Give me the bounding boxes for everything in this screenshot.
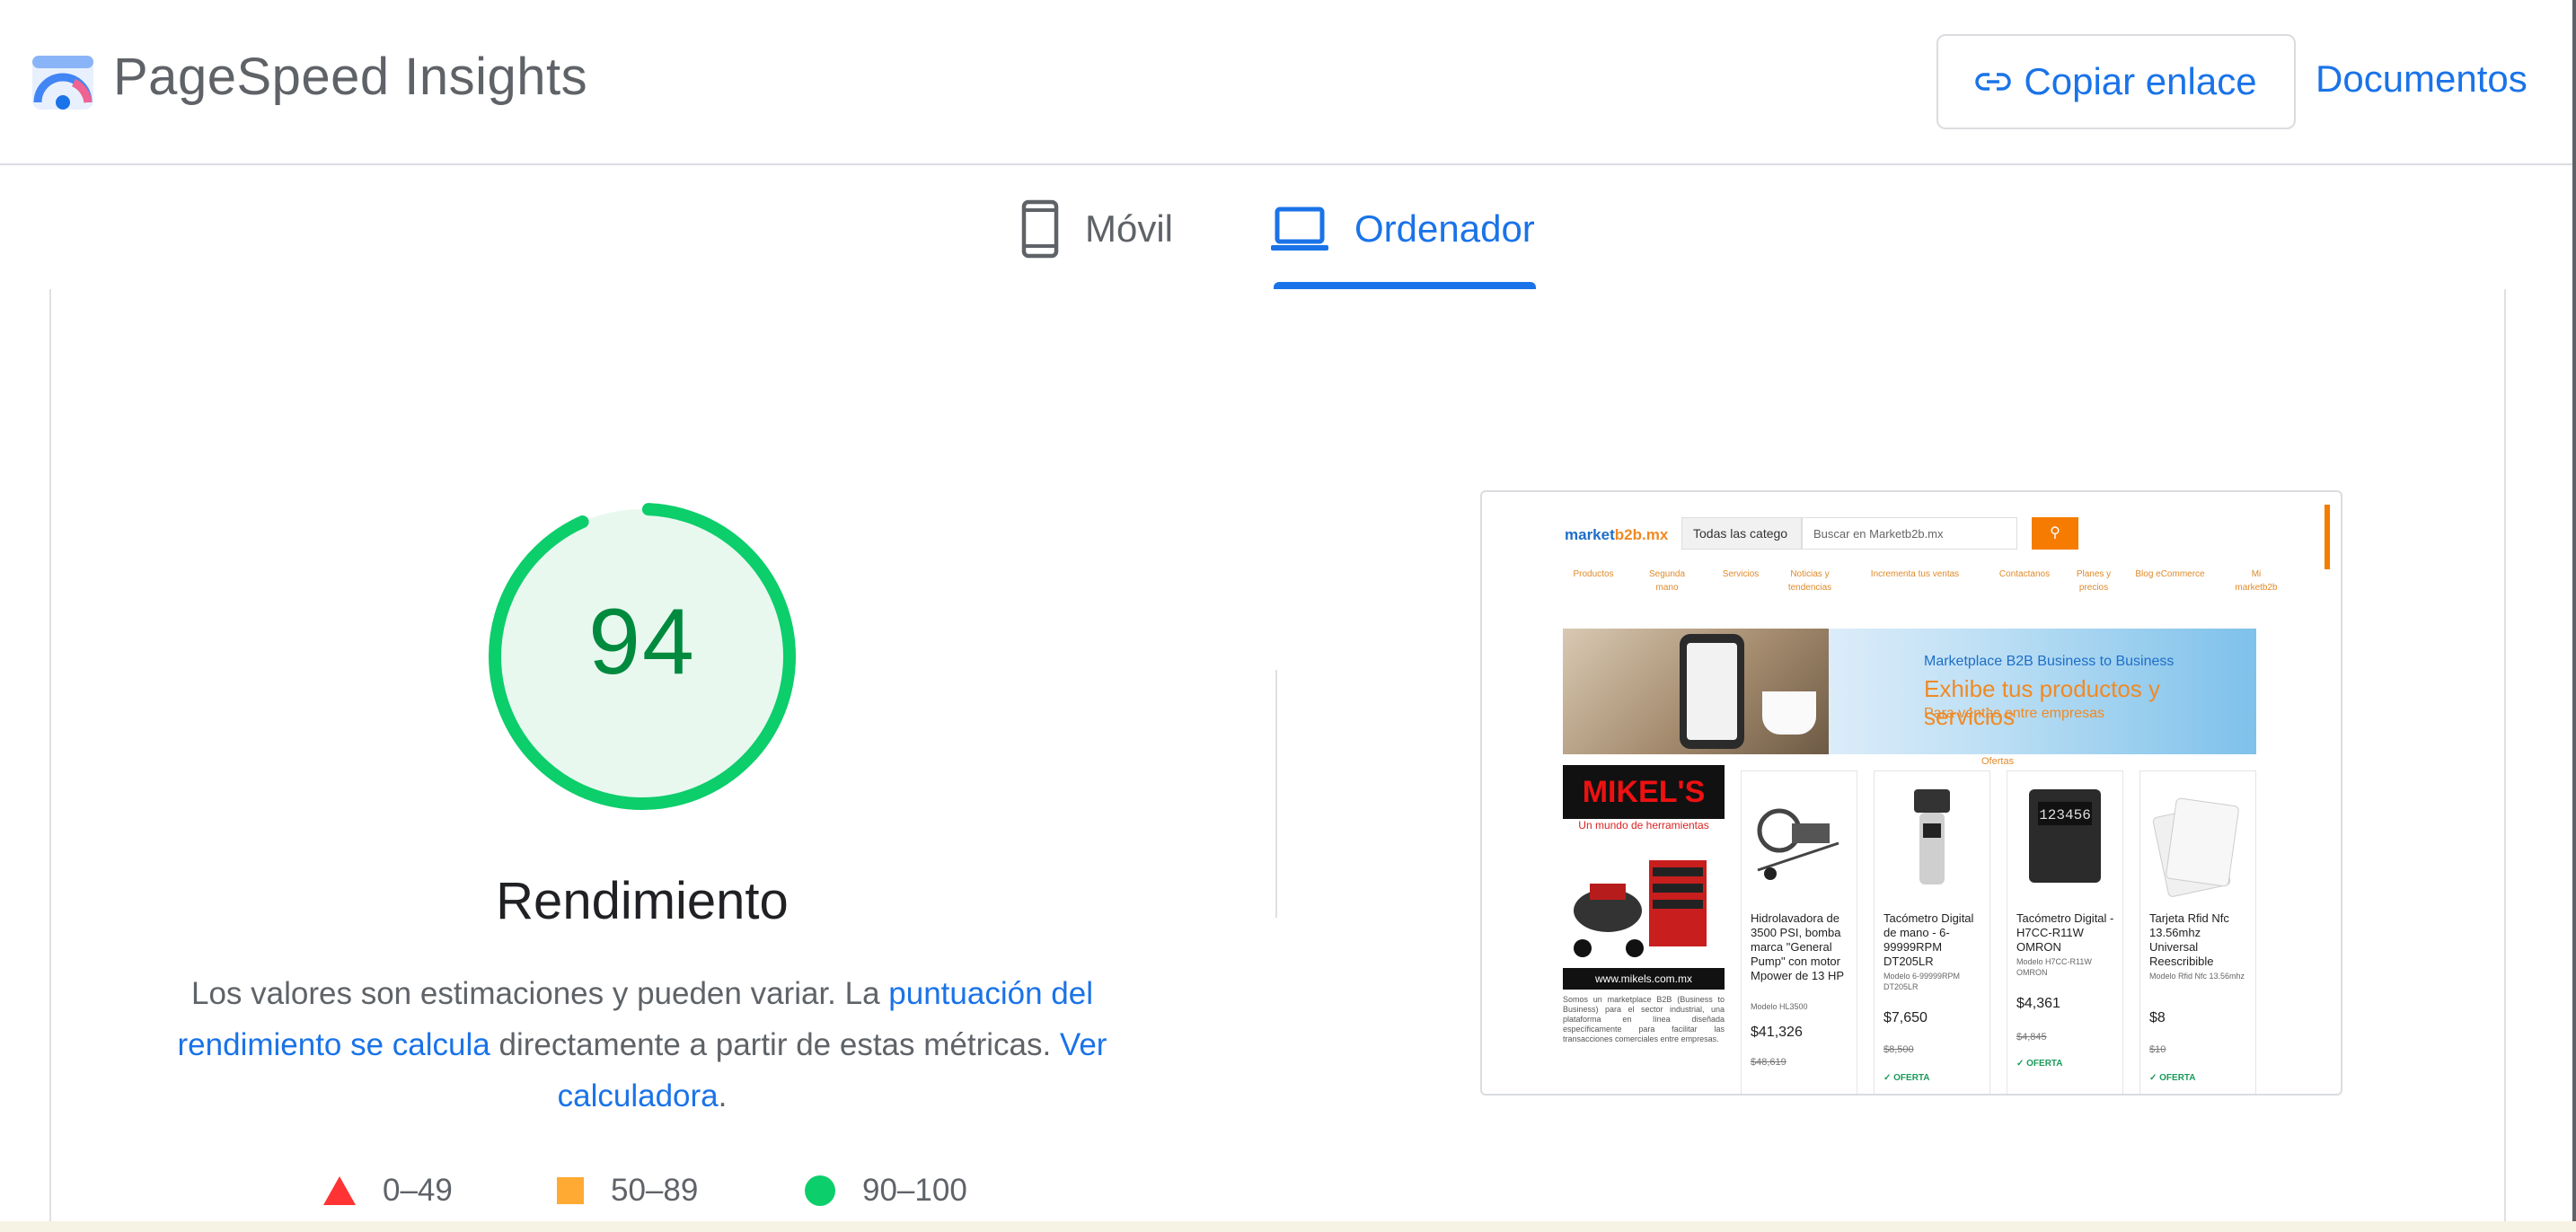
site-banner: Marketplace B2B Business to Business Exh… (1563, 629, 2256, 754)
site-nav-item: Segunda mano (1648, 569, 1686, 593)
site-nav-item: Blog eCommerce (2135, 569, 2205, 579)
smartphone-icon (1021, 199, 1059, 259)
product-card: Tacómetro Digital de mano - 6-99999RPM D… (1874, 770, 1990, 1094)
site-search-icon: ⚲ (2032, 517, 2078, 550)
site-nav-item: Mi marketb2b (2235, 569, 2278, 593)
product-price: $7,650 (1883, 1010, 1928, 1025)
desc-text-2: directamente a partir de estas métricas. (490, 1027, 1060, 1062)
laptop-icon (1271, 207, 1328, 251)
site-scrollbar (2325, 505, 2330, 569)
product-old-price: $4,845 (2016, 1032, 2047, 1043)
tab-desktop[interactable]: Ordenador (1270, 196, 1535, 262)
site-nav-item: Servicios (1722, 569, 1760, 579)
banner-line-1: Marketplace B2B Business to Business (1924, 654, 2175, 669)
product-old-price: $8,500 (1883, 1044, 1914, 1055)
active-tab-indicator (1274, 282, 1536, 289)
product-name: Tacómetro Digital de mano - 6-99999RPM D… (1883, 911, 1974, 968)
site-search-input: Buscar en Marketb2b.mx (1802, 517, 2017, 550)
legend-fail: 0–49 (323, 1173, 453, 1209)
site-logo-main: market (1565, 526, 1615, 543)
desc-text-1: Los valores son estimaciones y pueden va… (191, 976, 889, 1011)
pass-circle-icon (805, 1175, 835, 1206)
banner-line-3: Para ventas entre empresas (1924, 706, 2104, 721)
product-card: Tarjeta Rfid Nfc 13.56mhz Universal Rees… (2139, 770, 2256, 1094)
offers-heading: Ofertas (1981, 756, 2015, 767)
average-square-icon (557, 1177, 584, 1204)
mikels-url: www.mikels.com.mx (1563, 968, 1725, 990)
metric-title: Rendimiento (496, 872, 789, 930)
mikels-tagline: Un mundo de herramientas (1578, 819, 1709, 832)
fail-triangle-icon (323, 1176, 356, 1205)
legend-average: 50–89 (557, 1173, 698, 1209)
product-model: Modelo 6-99999RPM DT205LR (1883, 972, 1961, 991)
performance-score: 94 (588, 590, 696, 694)
desc-text-3: . (718, 1078, 728, 1113)
product-name: Tacómetro Digital - H7CC-R11W OMRON (2016, 911, 2114, 954)
product-model: Modelo H7CC-R11W OMRON (2016, 957, 2092, 977)
offer-tag: ✓ OFERTA (1883, 1073, 1930, 1083)
product-model: Modelo HL3500 (1751, 1002, 1808, 1011)
product-model: Modelo Rfid Nfc 13.56mhz (2149, 972, 2245, 981)
product-old-price: $48,619 (1751, 1057, 1786, 1068)
banner-line-2: Exhibe tus productos y servicios (1924, 675, 2161, 730)
card-border-left (49, 289, 51, 1232)
digital-counter-image: 123456 (2029, 789, 2101, 883)
phone-screen (1687, 643, 1737, 740)
product-price: $4,361 (2016, 996, 2060, 1011)
site-category-select: Todas las catego (1681, 517, 1802, 550)
site-nav: Productos Segunda mano Servicios Noticia… (1566, 568, 2303, 621)
site-nav-item: Planes y precios (2076, 569, 2112, 593)
app-title: PageSpeed Insights (113, 48, 588, 106)
pagespeed-logo-icon (32, 56, 93, 110)
site-nav-item: Contactanos (1998, 569, 2051, 579)
window-edge (2572, 0, 2576, 1232)
tachometer-image (1914, 789, 1950, 884)
tab-mobile-label: Móvil (1085, 207, 1174, 250)
section-divider (1275, 670, 1277, 918)
legend-average-range: 50–89 (611, 1173, 699, 1208)
copy-link-button[interactable]: Copiar enlace (1936, 34, 2296, 129)
mikels-brand: MIKEL'S (1563, 765, 1725, 819)
link-icon (1975, 73, 2012, 91)
final-screenshot: marketb2b.mx Todas las catego Buscar en … (1480, 490, 2342, 1096)
legend-pass-range: 90–100 (862, 1173, 967, 1208)
svg-text:123456: 123456 (2039, 807, 2091, 823)
legend-fail-range: 0–49 (383, 1173, 453, 1208)
product-card: Hidrolavadora de 3500 PSI, bomba marca "… (1741, 770, 1857, 1094)
product-old-price: $10 (2149, 1044, 2166, 1055)
product-price: $8 (2149, 1010, 2166, 1025)
tools-image (1574, 860, 1707, 957)
bottom-strip (0, 1221, 2576, 1232)
mikels-description: Somos un marketplace B2B (Business to Bu… (1563, 995, 1725, 1043)
product-name: Hidrolavadora de 3500 PSI, bomba marca "… (1751, 911, 1845, 982)
cup-image (1762, 691, 1816, 735)
legend-pass: 90–100 (805, 1173, 967, 1209)
product-card: 123456 Tacómetro Digital - H7CC-R11W OMR… (2007, 770, 2123, 1094)
tab-mobile[interactable]: Móvil (1020, 196, 1173, 262)
pressure-washer-image (1757, 808, 1839, 880)
card-border-right (2504, 289, 2506, 1232)
offer-tag: ✓ OFERTA (2016, 1059, 2063, 1069)
product-price: $41,326 (1751, 1025, 1803, 1040)
metric-description: Los valores son estimaciones y pueden va… (171, 968, 1114, 1122)
copy-link-label: Copiar enlace (2024, 60, 2257, 102)
rfid-cards-image (2152, 797, 2239, 897)
tab-desktop-label: Ordenador (1354, 207, 1535, 250)
site-nav-item: Incrementa tus ventas (1870, 569, 1960, 579)
offer-tag: ✓ OFERTA (2149, 1073, 2196, 1083)
site-logo: marketb2b.mx (1565, 526, 1668, 544)
docs-link[interactable]: Documentos (2316, 57, 2527, 101)
product-name: Tarjeta Rfid Nfc 13.56mhz Universal Rees… (2149, 911, 2229, 968)
site-nav-item: Noticias y tendencias (1787, 569, 1832, 593)
site-logo-accent: b2b.mx (1614, 526, 1669, 543)
site-nav-item: Productos (1573, 569, 1614, 579)
app-header: PageSpeed Insights Copiar enlace Documen… (0, 0, 2576, 165)
